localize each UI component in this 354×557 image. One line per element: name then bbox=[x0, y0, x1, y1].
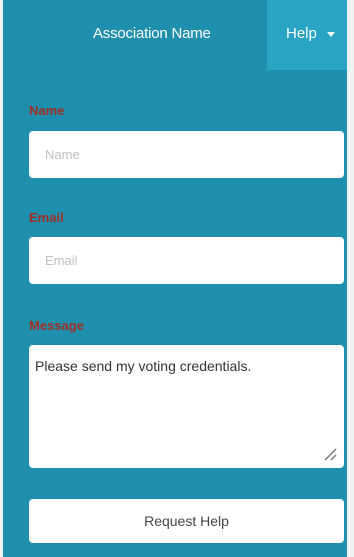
help-menu-label: Help bbox=[286, 25, 317, 42]
message-textarea[interactable]: Please send my voting credentials. bbox=[29, 345, 344, 468]
message-label: Message bbox=[29, 318, 84, 333]
request-help-button[interactable]: Request Help bbox=[29, 499, 344, 543]
top-navbar: Association Name Help bbox=[3, 0, 347, 70]
name-input[interactable] bbox=[29, 131, 344, 178]
email-input[interactable] bbox=[29, 237, 344, 284]
name-label: Name bbox=[29, 103, 65, 118]
caret-down-icon bbox=[327, 32, 335, 37]
association-brand[interactable]: Association Name bbox=[93, 25, 211, 42]
help-request-screen: Association Name Help Name Email Message… bbox=[3, 0, 347, 557]
email-label: Email bbox=[29, 210, 64, 225]
help-menu-button[interactable]: Help bbox=[267, 0, 347, 70]
